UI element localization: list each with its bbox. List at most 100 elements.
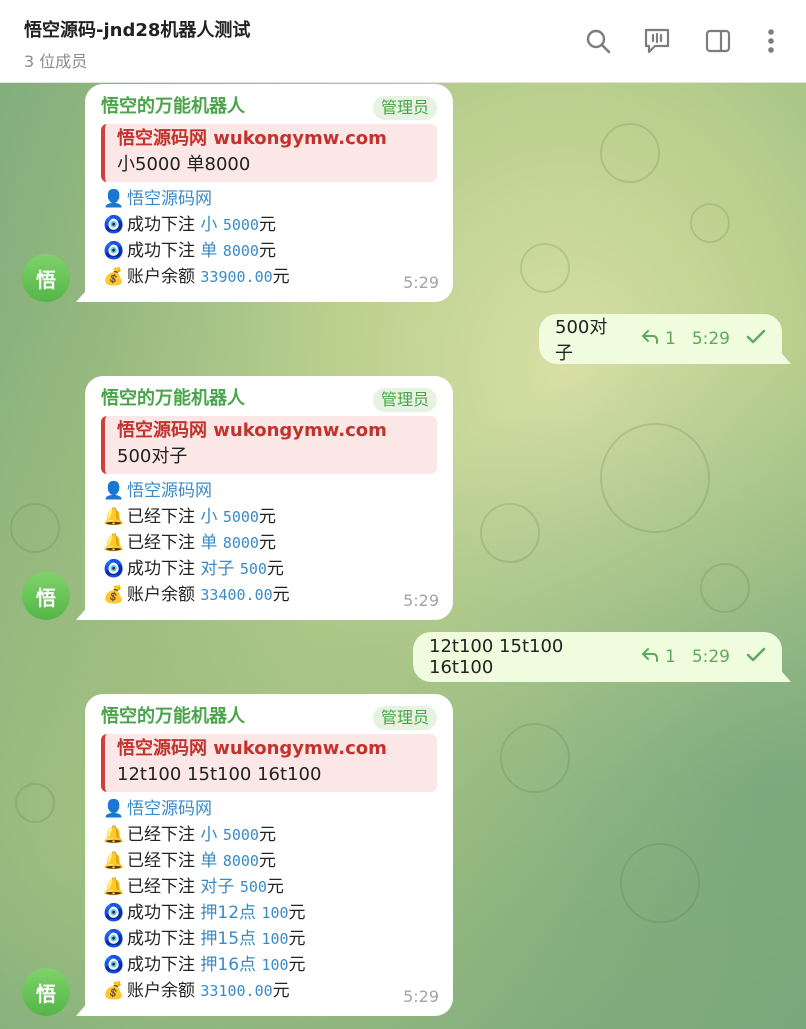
bet-type: 小 (200, 215, 223, 235)
quote-author: 悟空源码网 wukongymw.com (117, 128, 387, 149)
admin-badge: 管理员 (372, 388, 437, 412)
bet-amount: 5000 (222, 508, 259, 526)
bet-amount: 100 (261, 904, 289, 922)
message-meta: 1 5:29 (641, 329, 766, 350)
bet-type: 单 (200, 851, 223, 871)
background-doodle (10, 503, 60, 553)
bet-amount: 8000 (222, 534, 259, 552)
voice-chat-icon[interactable] (642, 26, 672, 56)
balance-line: 💰 账户余额 33400.00元 (101, 582, 437, 608)
bell-icon: 🔔 (103, 507, 125, 527)
chat-title[interactable]: 悟空源码-jnd28机器人测试 (24, 16, 250, 42)
currency-unit: 元 (258, 241, 276, 261)
background-doodle (600, 123, 660, 183)
nazar-icon: 🧿 (103, 903, 125, 923)
bell-icon: 🔔 (103, 533, 125, 553)
message-time: 5:29 (691, 647, 730, 667)
user-link[interactable]: 悟空源码网 (127, 481, 212, 501)
message-bubble[interactable]: 悟空的万能机器人 管理员 悟空源码网 wukongymw.com 500对子 👤… (85, 376, 453, 620)
avatar[interactable]: 悟 (22, 254, 70, 302)
search-icon[interactable] (583, 26, 613, 56)
background-doodle (620, 843, 700, 923)
bet-amount: 100 (261, 930, 289, 948)
bell-icon: 🔔 (103, 825, 125, 845)
bet-line: 🧿 成功下注 押15点 100元 (101, 926, 437, 952)
bet-status: 成功下注 (127, 215, 201, 235)
money-bag-icon: 💰 (103, 981, 125, 1001)
message-time: 5:29 (403, 273, 439, 292)
reply-quote[interactable]: 悟空源码网 wukongymw.com 500对子 (101, 416, 437, 474)
outgoing-message-bubble[interactable]: 500对子 1 5:29 (539, 314, 782, 364)
bet-status: 已经下注 (127, 851, 201, 871)
message-bubble[interactable]: 悟空的万能机器人 管理员 悟空源码网 wukongymw.com 12t100 … (85, 694, 453, 1016)
nazar-icon: 🧿 (103, 929, 125, 949)
message-text: 500对子 (555, 317, 608, 364)
reply-count: 1 (664, 329, 676, 349)
reply-count: 1 (664, 647, 676, 667)
currency-unit: 元 (288, 903, 306, 923)
bet-amount: 500 (239, 878, 267, 896)
reply-arrow-icon[interactable] (641, 647, 659, 668)
balance-label: 账户余额 (127, 585, 201, 605)
member-count[interactable]: 3 位成员 (24, 48, 87, 72)
bet-status: 成功下注 (127, 903, 201, 923)
bet-amount: 500 (239, 560, 267, 578)
bet-status: 成功下注 (127, 559, 201, 579)
bet-status: 已经下注 (127, 825, 201, 845)
user-icon: 👤 (103, 799, 125, 819)
nazar-icon: 🧿 (103, 955, 125, 975)
currency-unit: 元 (272, 585, 290, 605)
quote-text: 500对子 (117, 446, 188, 467)
currency-unit: 元 (266, 559, 284, 579)
bet-type: 单 (200, 533, 223, 553)
message-time: 5:29 (691, 329, 730, 349)
bet-type: 押12点 (200, 903, 262, 923)
reply-quote[interactable]: 悟空源码网 wukongymw.com 12t100 15t100 16t100 (101, 734, 437, 792)
bet-status: 已经下注 (127, 507, 201, 527)
message-time: 5:29 (403, 591, 439, 610)
bet-amount: 100 (261, 956, 289, 974)
balance-line: 💰 账户余额 33100.00元 (101, 978, 437, 1004)
more-icon[interactable] (756, 26, 786, 56)
user-link[interactable]: 悟空源码网 (127, 189, 212, 209)
bet-status: 成功下注 (127, 929, 201, 949)
message-text: 12t100 15t100 16t100 (429, 636, 564, 678)
reply-quote[interactable]: 悟空源码网 wukongymw.com 小5000 单8000 (101, 124, 437, 182)
bet-line: 🔔 已经下注 对子 500元 (101, 874, 437, 900)
message-meta: 1 5:29 (641, 647, 766, 668)
nazar-icon: 🧿 (103, 241, 125, 261)
quote-author: 悟空源码网 wukongymw.com (117, 420, 387, 441)
admin-badge: 管理员 (372, 96, 437, 120)
bet-status: 成功下注 (127, 241, 201, 261)
message-bubble[interactable]: 悟空的万能机器人 管理员 悟空源码网 wukongymw.com 小5000 单… (85, 84, 453, 302)
avatar[interactable]: 悟 (22, 968, 70, 1016)
message-time: 5:29 (403, 987, 439, 1006)
background-doodle (700, 563, 750, 613)
user-line: 👤 悟空源码网 (101, 186, 437, 212)
bet-amount: 8000 (222, 242, 259, 260)
bet-type: 对子 (200, 877, 240, 897)
user-icon: 👤 (103, 481, 125, 501)
outgoing-message-bubble[interactable]: 12t100 15t100 16t100 1 5:29 (413, 632, 782, 682)
currency-unit: 元 (266, 877, 284, 897)
bet-line: 🧿 成功下注 单 8000元 (101, 238, 437, 264)
bet-line: 🧿 成功下注 对子 500元 (101, 556, 437, 582)
currency-unit: 元 (288, 929, 306, 949)
sidebar-toggle-icon[interactable] (703, 26, 733, 56)
balance-label: 账户余额 (127, 981, 201, 1001)
balance-line: 💰 账户余额 33900.00元 (101, 264, 437, 290)
money-bag-icon: 💰 (103, 267, 125, 287)
bet-type: 单 (200, 241, 223, 261)
nazar-icon: 🧿 (103, 215, 125, 235)
read-check-icon (746, 647, 766, 668)
user-link[interactable]: 悟空源码网 (127, 799, 212, 819)
chat-header: 悟空源码-jnd28机器人测试 3 位成员 (0, 0, 806, 83)
bet-amount: 5000 (222, 826, 259, 844)
bet-amount: 8000 (222, 852, 259, 870)
reply-arrow-icon[interactable] (641, 329, 659, 350)
background-doodle (480, 503, 540, 563)
avatar[interactable]: 悟 (22, 572, 70, 620)
balance-amount: 33900.00 (200, 268, 273, 286)
bet-line: 🔔 已经下注 单 8000元 (101, 848, 437, 874)
bet-status: 已经下注 (127, 877, 201, 897)
